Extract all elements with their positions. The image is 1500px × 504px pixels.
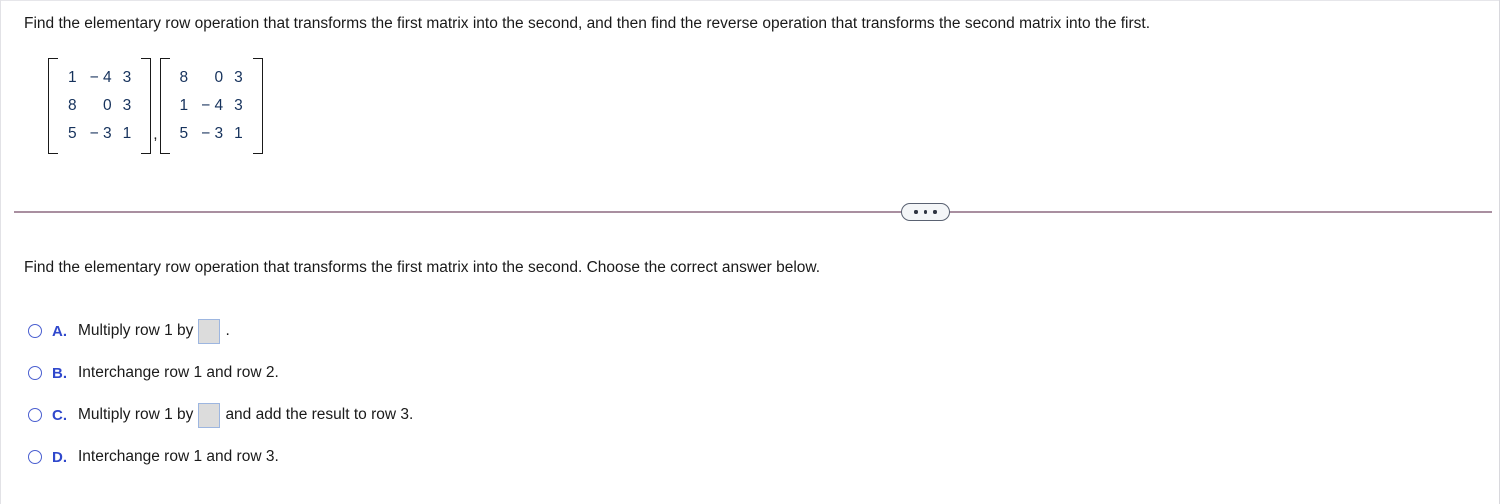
matrix-cell: 3 bbox=[234, 97, 243, 114]
ellipsis-dot-icon bbox=[933, 210, 937, 214]
choice-letter-d: D. bbox=[52, 448, 67, 466]
first-matrix: 1 − 4 3 8 0 3 5 − 3 1 bbox=[48, 58, 152, 154]
matrix-row: 8 0 3 bbox=[174, 64, 249, 92]
matrix-row: 1 − 4 3 bbox=[174, 92, 249, 120]
choice-text-a-after: . bbox=[225, 322, 230, 339]
exercise-page: Find the elementary row operation that t… bbox=[0, 0, 1500, 504]
answer-input-a[interactable] bbox=[198, 318, 221, 344]
answer-choice-list: A. Multiply row 1 by . B. Interchange ro… bbox=[28, 310, 1028, 478]
choice-text-d: Interchange row 1 and row 3. bbox=[78, 448, 279, 466]
choice-text-a-before: Multiply row 1 by bbox=[78, 322, 194, 339]
choice-text-d-before: Interchange row 1 and row 3. bbox=[78, 448, 279, 465]
matrix-cell: 1 bbox=[179, 97, 189, 114]
expand-ellipsis-button[interactable] bbox=[901, 203, 950, 221]
first-matrix-grid: 1 − 4 3 8 0 3 5 − 3 1 bbox=[62, 64, 137, 148]
choice-letter-b: B. bbox=[52, 364, 67, 382]
matrix-cell: − 4 bbox=[201, 97, 224, 114]
choice-text-b-before: Interchange row 1 and row 2. bbox=[78, 364, 279, 381]
problem-statement: Find the elementary row operation that t… bbox=[24, 15, 1151, 32]
radio-button-c[interactable] bbox=[28, 408, 42, 422]
section-divider bbox=[14, 211, 1492, 213]
ellipsis-dot-icon bbox=[914, 210, 918, 214]
choice-text-c: Multiply row 1 by and add the result to … bbox=[78, 402, 414, 428]
matrix-cell: − 3 bbox=[201, 125, 224, 142]
answer-input-c[interactable] bbox=[198, 402, 221, 428]
matrix-cell: 3 bbox=[122, 97, 132, 114]
radio-button-b[interactable] bbox=[28, 366, 42, 380]
matrix-cell: 3 bbox=[122, 69, 132, 86]
matrix-cell: 5 bbox=[179, 125, 189, 142]
choice-text-c-before: Multiply row 1 by bbox=[78, 406, 194, 423]
matrix-cell: − 4 bbox=[89, 69, 112, 86]
page-left-border bbox=[0, 0, 1, 504]
matrix-row: 5 − 3 1 bbox=[62, 120, 137, 148]
matrix-cell: 3 bbox=[234, 69, 243, 86]
matrix-cell: 5 bbox=[68, 125, 77, 142]
matrix-cell: 0 bbox=[214, 69, 224, 86]
choice-letter-a: A. bbox=[52, 322, 67, 340]
matrix-pair: 1 − 4 3 8 0 3 5 − 3 1 , 8 0 3 1 − 4 3 5 … bbox=[48, 58, 264, 154]
matrix-cell: 8 bbox=[68, 97, 77, 114]
choice-option-d[interactable]: D. Interchange row 1 and row 3. bbox=[28, 436, 1028, 478]
second-matrix-grid: 8 0 3 1 − 4 3 5 − 3 1 bbox=[174, 64, 249, 148]
matrix-cell: 1 bbox=[122, 125, 132, 142]
radio-button-a[interactable] bbox=[28, 324, 42, 338]
matrix-cell: 1 bbox=[68, 69, 77, 86]
ellipsis-dot-icon bbox=[923, 210, 928, 214]
matrix-cell: − 3 bbox=[89, 125, 112, 142]
second-matrix: 8 0 3 1 − 4 3 5 − 3 1 bbox=[159, 58, 264, 154]
radio-button-d[interactable] bbox=[28, 450, 42, 464]
matrix-separator-comma: , bbox=[153, 126, 158, 143]
choice-text-a: Multiply row 1 by . bbox=[78, 318, 230, 344]
matrix-row: 5 − 3 1 bbox=[174, 120, 249, 148]
choice-option-b[interactable]: B. Interchange row 1 and row 2. bbox=[28, 352, 1028, 394]
matrix-row: 8 0 3 bbox=[62, 92, 137, 120]
matrix-cell: 1 bbox=[234, 125, 243, 142]
matrix-cell: 8 bbox=[179, 69, 189, 86]
choice-text-b: Interchange row 1 and row 2. bbox=[78, 364, 279, 382]
choice-option-a[interactable]: A. Multiply row 1 by . bbox=[28, 310, 1028, 352]
choice-letter-c: C. bbox=[52, 406, 67, 424]
matrix-cell: 0 bbox=[102, 97, 112, 114]
choice-text-c-after: and add the result to row 3. bbox=[225, 406, 414, 423]
sub-question-prompt: Find the elementary row operation that t… bbox=[24, 259, 821, 276]
page-top-border bbox=[0, 0, 1500, 1]
choice-option-c[interactable]: C. Multiply row 1 by and add the result … bbox=[28, 394, 1028, 436]
matrix-row: 1 − 4 3 bbox=[62, 64, 137, 92]
